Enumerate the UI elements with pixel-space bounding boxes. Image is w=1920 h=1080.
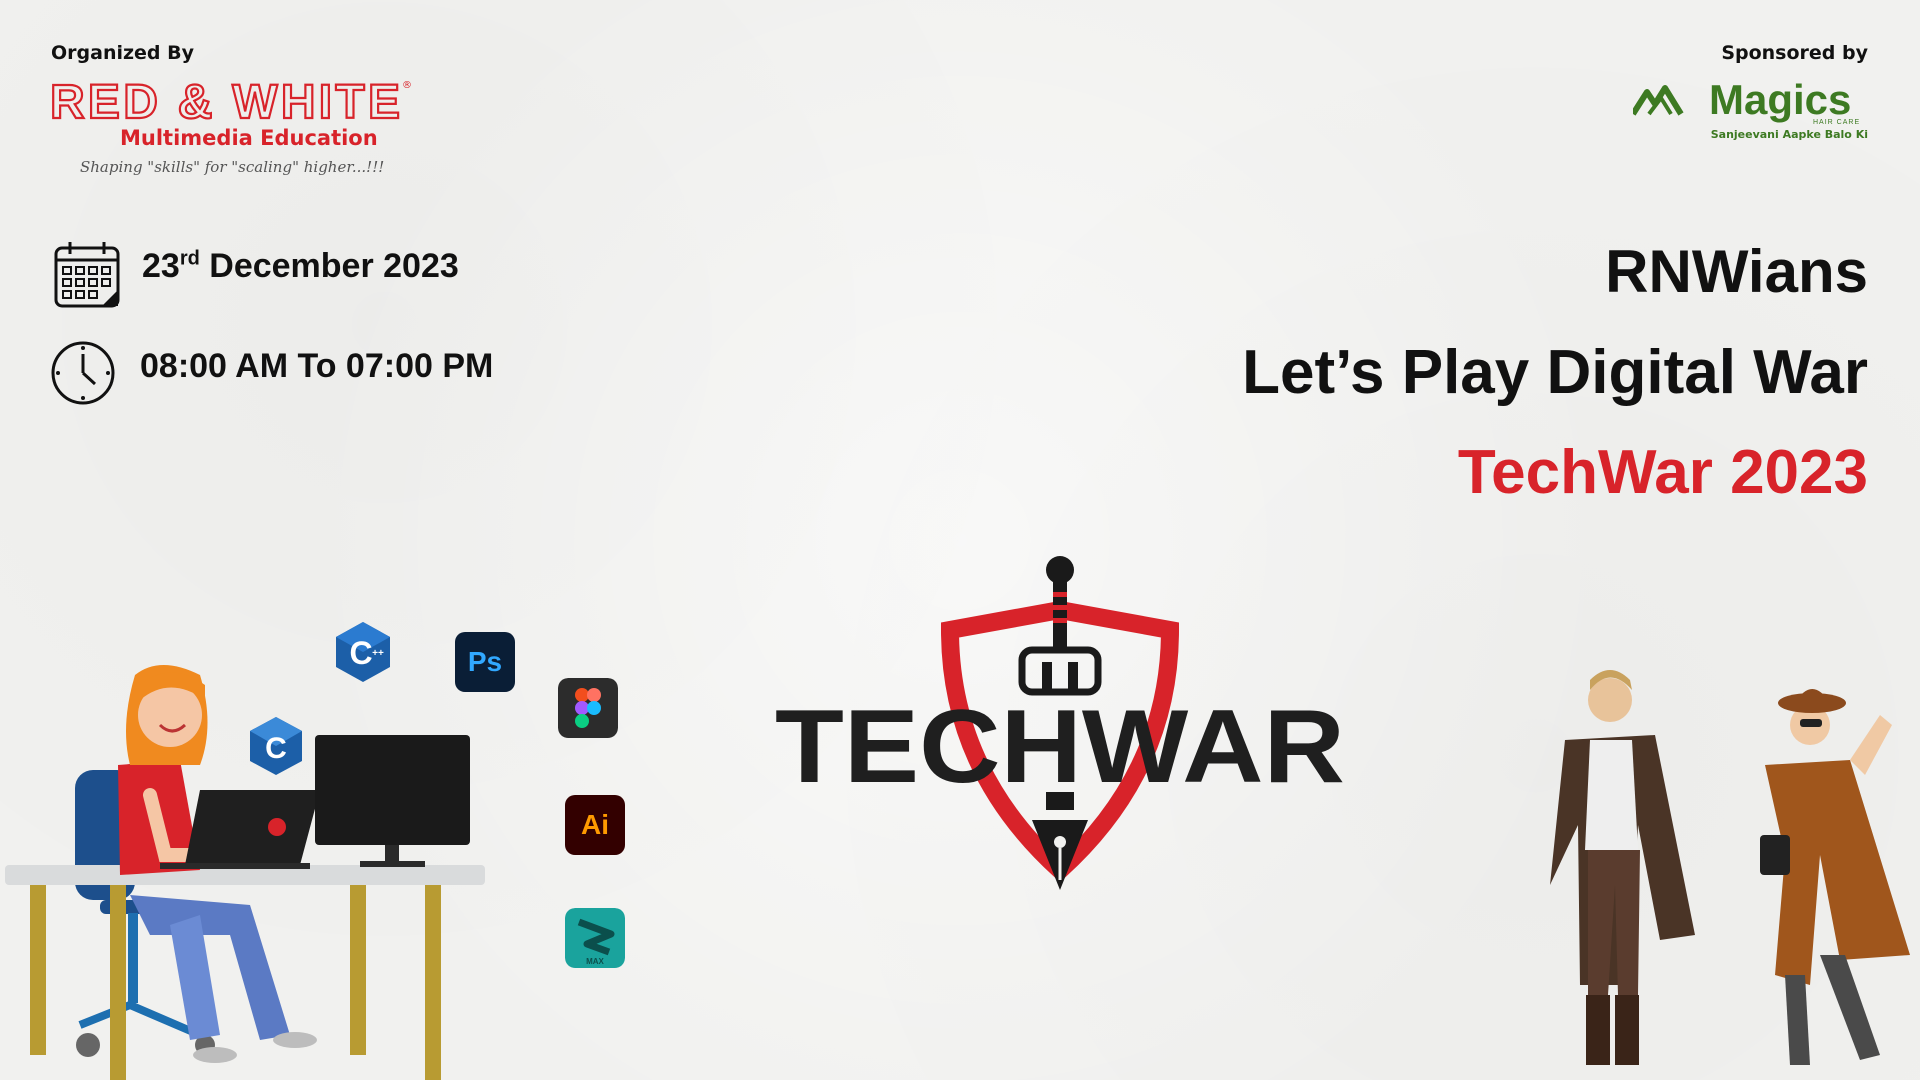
organizer-tagline: Shaping "skills" for "scaling" higher...…	[80, 158, 385, 176]
event-time: 08:00 AM To 07:00 PM	[140, 347, 494, 385]
sponsor-tagline: Sanjeevani Aapke Balo Ki	[1710, 128, 1868, 141]
red-white-logo: RED & WHITE ®	[50, 75, 412, 126]
sponsor-label: Sponsored by	[1721, 42, 1868, 64]
clock-icon	[51, 341, 115, 405]
svg-text:MAX: MAX	[586, 957, 604, 966]
techwar-logo-text: TECHWAR	[775, 689, 1345, 805]
figma-icon	[558, 678, 618, 738]
headline-tagline: Let’s Play Digital War	[1242, 338, 1868, 407]
characters-illustration	[1550, 670, 1910, 1065]
magics-logo: Magics HAIR CARE	[1633, 76, 1860, 126]
illustrator-icon: Ai	[565, 795, 625, 855]
calendar-icon	[54, 242, 120, 308]
magics-brand-text: Magics	[1709, 76, 1851, 123]
red-white-logo-text: RED & WHITE	[50, 76, 400, 126]
3dsmax-icon: MAX	[565, 908, 625, 968]
svg-text:®: ®	[402, 80, 412, 91]
organizer-subtitle: Multimedia Education	[120, 126, 378, 150]
event-date: 23rd December 2023	[142, 247, 459, 285]
magics-small-text: HAIR CARE	[1813, 119, 1860, 126]
woman-at-desk-illustration	[5, 665, 485, 1080]
techwar-logo: TECHWAR	[775, 556, 1345, 890]
headline-rnwians: RNWians	[1605, 238, 1868, 305]
headline-event-title: TechWar 2023	[1457, 438, 1868, 507]
organizer-label: Organized By	[51, 42, 195, 64]
